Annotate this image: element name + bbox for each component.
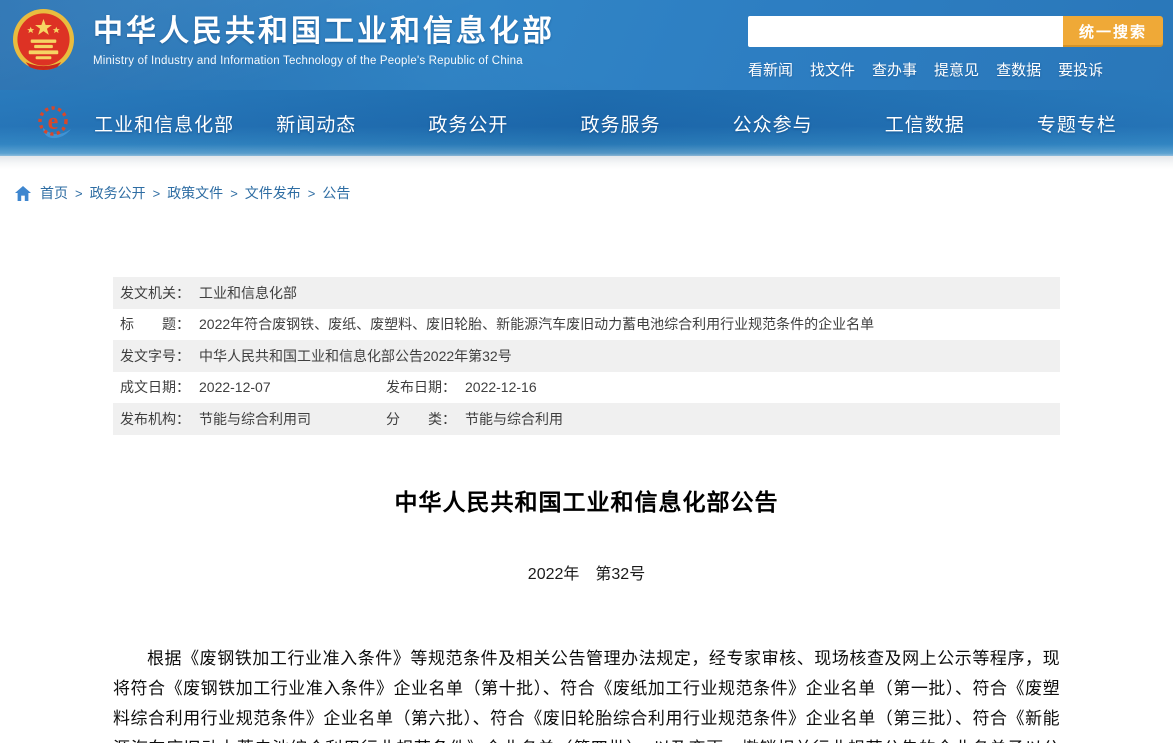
- document-content: 发文机关： 工业和信息化部 标 题： 2022年符合废钢铁、废纸、废塑料、废旧轮…: [113, 277, 1060, 743]
- breadcrumb-announcement[interactable]: 公告: [322, 183, 350, 203]
- breadcrumb-separator: >: [230, 186, 238, 201]
- document-number: 2022年 第32号: [113, 560, 1060, 584]
- breadcrumb-separator: >: [75, 186, 83, 201]
- document-paragraph: 根据《废钢铁加工行业准入条件》等规范条件及相关公告管理办法规定，经专家审核、现场…: [113, 644, 1060, 743]
- breadcrumb-file-release[interactable]: 文件发布: [245, 183, 301, 203]
- breadcrumb-gov-disclosure[interactable]: 政务公开: [90, 183, 146, 203]
- search-area: 统一搜索 看新闻 找文件 查办事 提意见 查数据 要投诉: [748, 16, 1163, 80]
- national-emblem-icon: [12, 7, 75, 74]
- nav-item-gov-disclosure[interactable]: 政务公开: [392, 110, 544, 137]
- meta-value: 工业和信息化部: [199, 283, 297, 303]
- quick-link-news[interactable]: 看新闻: [748, 59, 793, 80]
- breadcrumb: 首页 > 政务公开 > 政策文件 > 文件发布 > 公告: [0, 169, 1173, 217]
- meta-value: 2022-12-16: [465, 377, 537, 397]
- meta-row-issuing-authority: 发文机关： 工业和信息化部: [113, 277, 1060, 309]
- main-nav: e 工业和信息化部 新闻动态 政务公开 政务服务 公众参与 工信数据 专题专栏: [0, 90, 1173, 156]
- meta-value: 节能与综合利用: [465, 409, 563, 429]
- meta-row-doc-number: 发文字号： 中华人民共和国工业和信息化部公告2022年第32号: [113, 340, 1060, 372]
- site-subtitle: Ministry of Industry and Information Tec…: [93, 55, 555, 67]
- nav-item-data[interactable]: 工信数据: [849, 110, 1001, 137]
- breadcrumb-policy-files[interactable]: 政策文件: [167, 183, 223, 203]
- breadcrumb-separator: >: [153, 186, 161, 201]
- site-title: 中华人民共和国工业和信息化部: [93, 14, 555, 50]
- meta-label: 发文机关：: [120, 283, 190, 303]
- nav-item-participation[interactable]: 公众参与: [697, 110, 849, 137]
- quick-link-complaints[interactable]: 要投诉: [1058, 59, 1103, 80]
- meta-row-title: 标 题： 2022年符合废钢铁、废纸、废塑料、废旧轮胎、新能源汽车废旧动力蓄电池…: [113, 309, 1060, 341]
- breadcrumb-separator: >: [308, 186, 316, 201]
- nav-item-miit[interactable]: 工业和信息化部: [88, 110, 240, 137]
- meta-value: 2022-12-07: [199, 377, 271, 397]
- nav-item-topics[interactable]: 专题专栏: [1001, 110, 1153, 137]
- meta-label: 发布机构：: [120, 409, 190, 429]
- home-icon[interactable]: [15, 186, 31, 201]
- nav-items: 工业和信息化部 新闻动态 政务公开 政务服务 公众参与 工信数据 专题专栏: [0, 110, 1173, 137]
- quick-link-data[interactable]: 查数据: [996, 59, 1041, 80]
- meta-label: 分 类：: [386, 409, 456, 429]
- meta-value: 节能与综合利用司: [199, 409, 311, 429]
- quick-link-suggestions[interactable]: 提意见: [934, 59, 979, 80]
- meta-value: 2022年符合废钢铁、废纸、废塑料、废旧轮胎、新能源汽车废旧动力蓄电池综合利用行…: [199, 314, 874, 334]
- nav-item-gov-services[interactable]: 政务服务: [544, 110, 696, 137]
- document-title: 中华人民共和国工业和信息化部公告: [113, 483, 1060, 517]
- quick-links: 看新闻 找文件 查办事 提意见 查数据 要投诉: [748, 59, 1163, 80]
- site-logo[interactable]: 中华人民共和国工业和信息化部 Ministry of Industry and …: [12, 7, 555, 74]
- quick-link-services[interactable]: 查办事: [872, 59, 917, 80]
- search-input[interactable]: [748, 16, 1063, 47]
- site-header: 中华人民共和国工业和信息化部 Ministry of Industry and …: [0, 0, 1173, 90]
- meta-value: 中华人民共和国工业和信息化部公告2022年第32号: [199, 346, 512, 366]
- meta-label: 标 题：: [120, 314, 190, 334]
- document-meta-table: 发文机关： 工业和信息化部 标 题： 2022年符合废钢铁、废纸、废塑料、废旧轮…: [113, 277, 1060, 435]
- breadcrumb-home[interactable]: 首页: [40, 183, 68, 203]
- meta-label: 发布日期：: [386, 377, 456, 397]
- quick-link-files[interactable]: 找文件: [810, 59, 855, 80]
- search-button[interactable]: 统一搜索: [1063, 16, 1163, 47]
- nav-bottom-strip: [0, 156, 1173, 169]
- meta-label: 发文字号：: [120, 346, 190, 366]
- meta-label: 成文日期：: [120, 377, 190, 397]
- nav-item-news[interactable]: 新闻动态: [240, 110, 392, 137]
- meta-row-agency-category: 发布机构： 节能与综合利用司 分 类： 节能与综合利用: [113, 403, 1060, 435]
- meta-row-dates: 成文日期： 2022-12-07 发布日期： 2022-12-16: [113, 372, 1060, 404]
